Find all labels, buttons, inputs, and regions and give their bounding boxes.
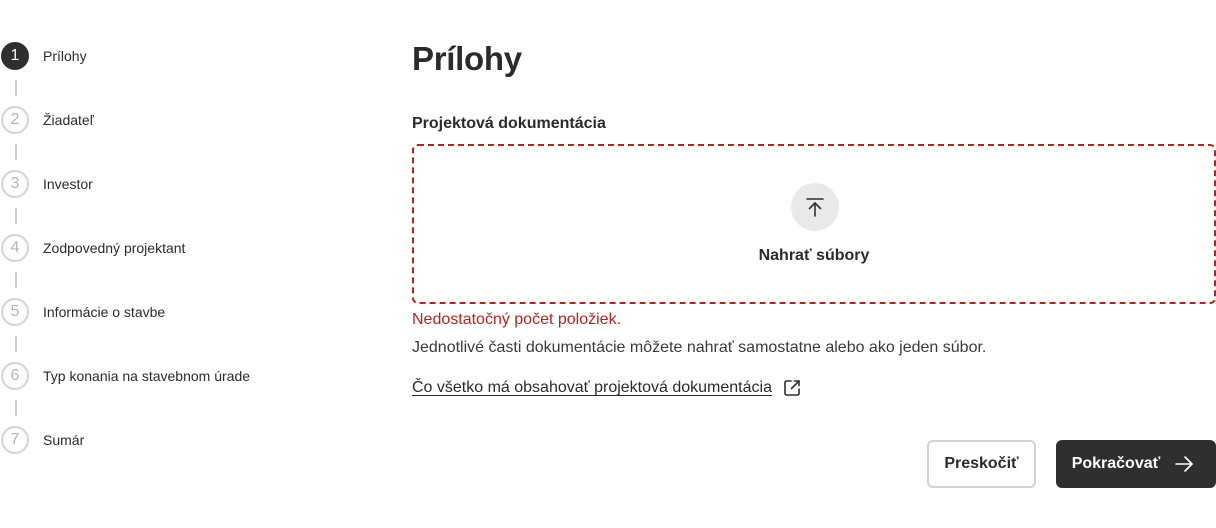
step-sumar[interactable]: 7 Sumár	[0, 424, 360, 456]
arrow-right-icon	[1174, 454, 1194, 474]
upload-label: Nahrať súbory	[758, 247, 870, 264]
step-number: 7	[1, 426, 29, 454]
step-zodpovedny-projektant[interactable]: 4 Zodpovedný projektant	[0, 232, 360, 264]
external-link-icon	[782, 378, 802, 398]
step-label: Zodpovedný projektant	[43, 240, 186, 256]
step-informacie-o-stavbe[interactable]: 5 Informácie o stavbe	[0, 296, 360, 328]
hint-text: Jednotlivé časti dokumentácie môžete nah…	[412, 339, 987, 356]
step-label: Žiadateľ	[43, 112, 94, 128]
continue-button[interactable]: Pokračovať	[1056, 440, 1216, 488]
step-ziadatel[interactable]: 2 Žiadateľ	[0, 104, 360, 136]
step-connector	[15, 80, 17, 96]
upload-icon	[791, 183, 839, 231]
stepper: 1 Prílohy 2 Žiadateľ 3 Investor 4 Zodpov…	[0, 40, 360, 456]
documentation-help-link[interactable]: Čo všetko má obsahovať projektová dokume…	[412, 378, 802, 398]
step-number: 3	[1, 170, 29, 198]
step-label: Typ konania na stavebnom úrade	[43, 368, 251, 384]
step-connector	[15, 272, 17, 288]
step-connector	[15, 336, 17, 352]
page-title: Prílohy	[412, 40, 522, 77]
step-connector	[15, 208, 17, 224]
section-label: Projektová dokumentácia	[412, 115, 606, 132]
step-label: Prílohy	[43, 48, 87, 64]
step-typ-konania[interactable]: 6 Typ konania na stavebnom úrade	[0, 360, 360, 392]
skip-button[interactable]: Preskočiť	[927, 440, 1036, 488]
step-number: 1	[1, 42, 29, 70]
step-label: Informácie o stavbe	[43, 304, 166, 320]
step-number: 6	[1, 362, 29, 390]
file-dropzone[interactable]: Nahrať súbory	[412, 144, 1216, 304]
step-number: 4	[1, 234, 29, 262]
step-investor[interactable]: 3 Investor	[0, 168, 360, 200]
step-number: 2	[1, 106, 29, 134]
step-connector	[15, 400, 17, 416]
skip-button-label: Preskočiť	[944, 455, 1019, 472]
help-link-label: Čo všetko má obsahovať projektová dokume…	[412, 379, 772, 396]
continue-button-label: Pokračovať	[1071, 455, 1161, 472]
step-connector	[15, 144, 17, 160]
error-message: Nedostatočný počet položiek.	[412, 311, 622, 328]
step-prilohy[interactable]: 1 Prílohy	[0, 40, 360, 72]
step-label: Sumár	[43, 432, 85, 448]
step-number: 5	[1, 298, 29, 326]
step-label: Investor	[43, 176, 93, 192]
